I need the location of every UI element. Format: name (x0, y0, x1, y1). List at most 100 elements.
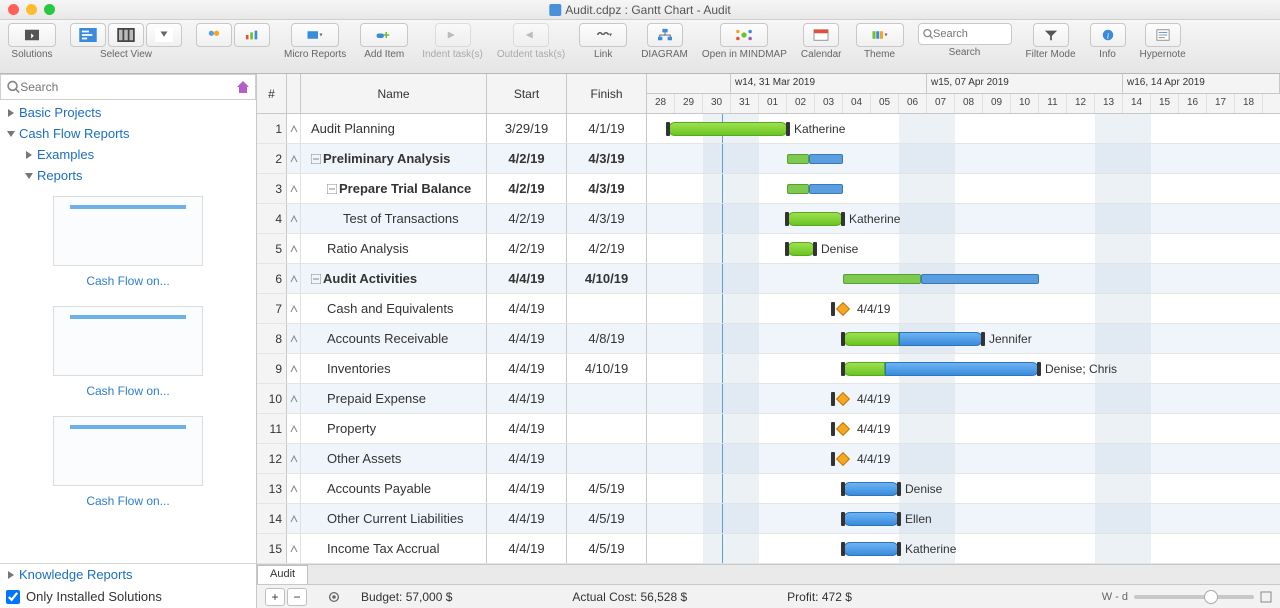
task-start[interactable]: 4/4/19 (487, 414, 567, 443)
template-thumb[interactable] (53, 196, 203, 266)
gantt-cell[interactable] (647, 174, 1280, 203)
task-finish[interactable]: 4/5/19 (567, 504, 647, 533)
gantt-cell[interactable]: 4/4/19 (647, 414, 1280, 443)
table-row[interactable]: 9Inventories4/4/194/10/19Denise; Chris (257, 354, 1280, 384)
table-row[interactable]: 13Accounts Payable4/4/194/5/19Denise (257, 474, 1280, 504)
link-button[interactable] (579, 23, 627, 47)
indent-button[interactable] (435, 23, 471, 47)
view-board-button[interactable] (108, 23, 144, 47)
gantt-cell[interactable]: Denise; Chris (647, 354, 1280, 383)
task-name[interactable]: Preliminary Analysis (301, 144, 487, 173)
task-finish[interactable]: 4/10/19 (567, 354, 647, 383)
view-gantt-button[interactable] (70, 23, 106, 47)
task-start[interactable]: 4/4/19 (487, 264, 567, 293)
task-finish[interactable] (567, 414, 647, 443)
close-icon[interactable] (8, 4, 19, 15)
table-row[interactable]: 15Income Tax Accrual4/4/194/5/19Katherin… (257, 534, 1280, 564)
sidebar-item-reports[interactable]: Reports (0, 165, 256, 186)
table-row[interactable]: 10Prepaid Expense4/4/194/4/19 (257, 384, 1280, 414)
milestone-icon[interactable] (836, 452, 850, 466)
task-name[interactable]: Accounts Receivable (301, 324, 487, 353)
task-start[interactable]: 4/4/19 (487, 354, 567, 383)
search-input[interactable] (918, 23, 1012, 45)
gantt-cell[interactable]: Ellen (647, 504, 1280, 533)
remove-row-button[interactable]: − (287, 588, 307, 606)
task-name[interactable]: Test of Transactions (301, 204, 487, 233)
task-start[interactable]: 3/29/19 (487, 114, 567, 143)
task-finish[interactable]: 4/3/19 (567, 204, 647, 233)
add-item-button[interactable] (360, 23, 408, 47)
table-row[interactable]: 6 Audit Activities4/4/194/10/19 (257, 264, 1280, 294)
task-finish[interactable]: 4/10/19 (567, 264, 647, 293)
diagram-button[interactable] (647, 23, 683, 47)
task-name[interactable]: Prepare Trial Balance (301, 174, 487, 203)
table-row[interactable]: 8Accounts Receivable4/4/194/8/19Jennifer (257, 324, 1280, 354)
task-name[interactable]: Cash and Equivalents (301, 294, 487, 323)
theme-button[interactable] (856, 23, 904, 47)
col-header-name[interactable]: Name (301, 74, 487, 113)
solutions-button[interactable] (8, 23, 56, 47)
task-start[interactable]: 4/2/19 (487, 204, 567, 233)
gantt-cell[interactable]: 4/4/19 (647, 384, 1280, 413)
task-start[interactable]: 4/2/19 (487, 144, 567, 173)
add-row-button[interactable]: + (265, 588, 285, 606)
outdent-button[interactable] (513, 23, 549, 47)
gantt-cell[interactable]: 4/4/19 (647, 444, 1280, 473)
collapse-icon[interactable] (311, 274, 321, 284)
table-row[interactable]: 11Property4/4/194/4/19 (257, 414, 1280, 444)
sidebar-item-examples[interactable]: Examples (0, 144, 256, 165)
table-row[interactable]: 7Cash and Equivalents4/4/194/4/19 (257, 294, 1280, 324)
task-finish[interactable]: 4/5/19 (567, 534, 647, 563)
task-name[interactable]: Audit Planning (301, 114, 487, 143)
expand-icon[interactable] (1260, 591, 1272, 603)
task-name[interactable]: Inventories (301, 354, 487, 383)
task-name[interactable]: Accounts Payable (301, 474, 487, 503)
gantt-bar[interactable] (843, 482, 899, 496)
task-start[interactable]: 4/4/19 (487, 324, 567, 353)
gantt-bar[interactable] (787, 212, 843, 226)
gantt-cell[interactable]: Denise (647, 234, 1280, 263)
gantt-bar[interactable] (843, 542, 899, 556)
col-header-number[interactable]: # (257, 74, 287, 113)
task-finish[interactable]: 4/8/19 (567, 324, 647, 353)
gantt-cell[interactable] (647, 144, 1280, 173)
task-finish[interactable]: 4/3/19 (567, 174, 647, 203)
filter-button[interactable] (1033, 23, 1069, 47)
analysis-button[interactable] (234, 23, 270, 47)
milestone-icon[interactable] (836, 302, 850, 316)
micro-reports-button[interactable] (291, 23, 339, 47)
gantt-bar[interactable] (843, 512, 899, 526)
zoom-slider[interactable] (1134, 595, 1254, 599)
collapse-icon[interactable] (327, 184, 337, 194)
collapse-icon[interactable] (311, 154, 321, 164)
milestone-icon[interactable] (836, 422, 850, 436)
task-start[interactable]: 4/2/19 (487, 234, 567, 263)
home-icon[interactable] (235, 79, 251, 95)
task-name[interactable]: Other Current Liabilities (301, 504, 487, 533)
template-thumb[interactable] (53, 306, 203, 376)
hypernote-button[interactable] (1145, 23, 1181, 47)
task-start[interactable]: 4/2/19 (487, 174, 567, 203)
grid-body[interactable]: 1Audit Planning3/29/194/1/19Katherine2 P… (257, 114, 1280, 564)
gantt-cell[interactable]: Katherine (647, 114, 1280, 143)
view-more-button[interactable] (146, 23, 182, 47)
task-finish[interactable]: 4/3/19 (567, 144, 647, 173)
gantt-cell[interactable]: Katherine (647, 534, 1280, 563)
zoom-icon[interactable] (44, 4, 55, 15)
task-finish[interactable] (567, 294, 647, 323)
sheet-tab-audit[interactable]: Audit (257, 565, 308, 584)
minimize-icon[interactable] (26, 4, 37, 15)
task-finish[interactable]: 4/5/19 (567, 474, 647, 503)
milestone-icon[interactable] (836, 392, 850, 406)
table-row[interactable]: 2 Preliminary Analysis4/2/194/3/19 (257, 144, 1280, 174)
mindmap-button[interactable] (720, 23, 768, 47)
gantt-cell[interactable] (647, 264, 1280, 293)
resource-button[interactable] (196, 23, 232, 47)
task-start[interactable]: 4/4/19 (487, 534, 567, 563)
task-name[interactable]: Property (301, 414, 487, 443)
task-name[interactable]: Prepaid Expense (301, 384, 487, 413)
task-name[interactable]: Audit Activities (301, 264, 487, 293)
sidebar-search[interactable] (0, 74, 256, 100)
gear-icon[interactable] (327, 590, 341, 604)
zoom-control[interactable]: W - d (1102, 591, 1272, 603)
